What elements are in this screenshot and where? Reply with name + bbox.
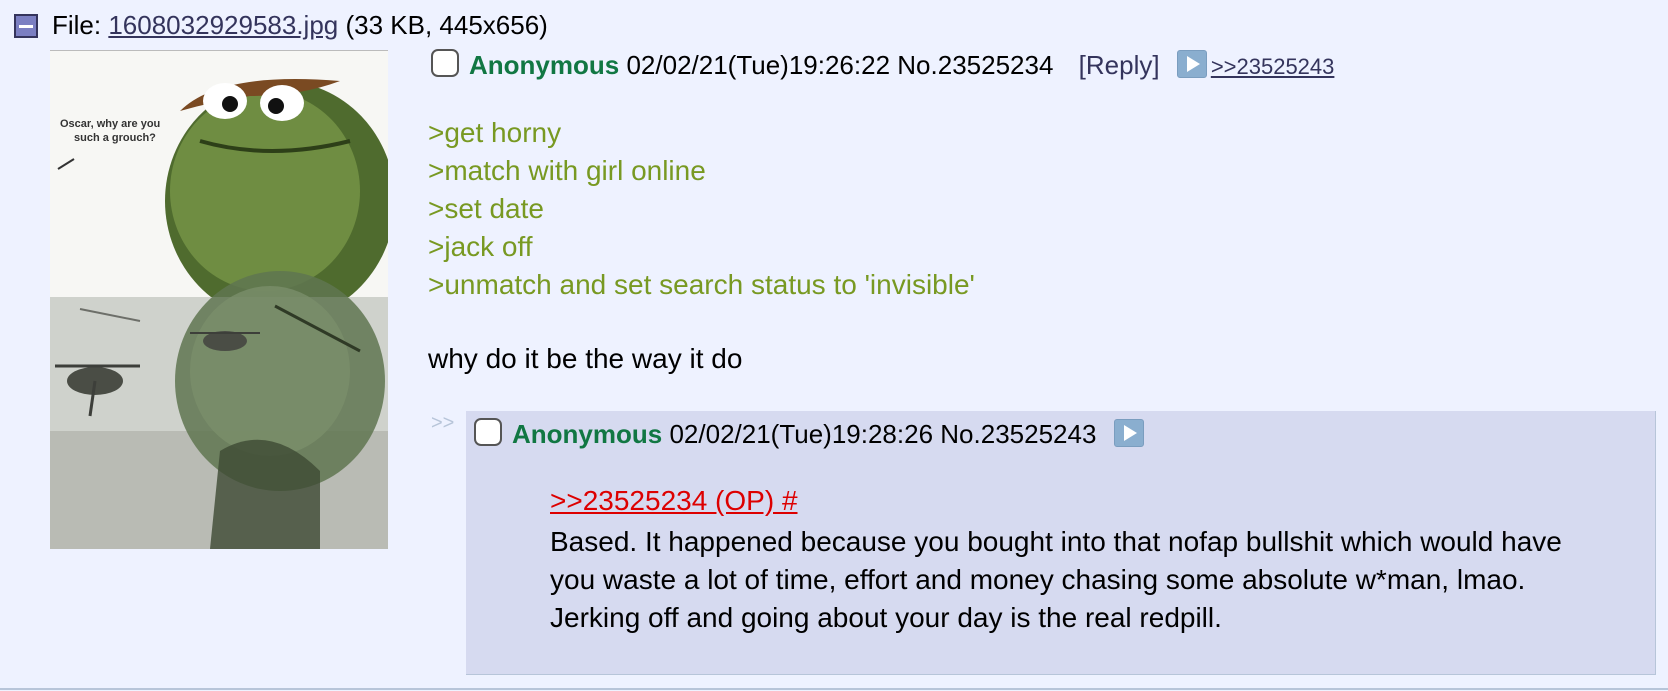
op-select-checkbox[interactable] [431,49,459,77]
greentext-line: >get horny [428,117,562,148]
thumbnail-caption-line1: Oscar, why are you [60,118,160,130]
reply-post-header: Anonymous 02/02/21(Tue)19:28:26 No.23525… [474,417,1144,451]
reply-menu-arrow-icon[interactable] [1113,419,1144,447]
greentext-line: >match with girl online [428,155,706,186]
op-post-number[interactable]: No.23525234 [897,50,1053,80]
reply-poster-name: Anonymous [512,419,663,449]
divider [0,688,1668,690]
reply-text: Based. It happened because you bought in… [550,526,1562,633]
greentext-line: >jack off [428,231,533,262]
file-meta: (33 KB, 445x656) [338,10,548,40]
reply-post-number[interactable]: No.23525243 [940,419,1096,449]
op-closing-text: why do it be the way it do [428,343,743,374]
reply-post: Anonymous 02/02/21(Tue)19:28:26 No.23525… [466,411,1656,675]
op-datetime: 02/02/21(Tue)19:26:22 [626,50,891,80]
thumbnail-caption-line2: such a grouch? [74,132,156,144]
reply-side-arrows: >> [431,412,455,434]
op-backlink[interactable]: >>23525243 [1211,54,1335,79]
op-post-header: Anonymous 02/02/21(Tue)19:26:22 No.23525… [431,48,1334,84]
op-reply-link[interactable]: [Reply] [1079,50,1160,80]
file-link[interactable]: 1608032929583.jpg [108,10,338,40]
file-info: File: 1608032929583.jpg (33 KB, 445x656) [14,10,548,40]
op-post-body: >get horny >match with girl online >set … [428,114,975,378]
reply-quote-link[interactable]: >>23525234 (OP) # [550,485,798,517]
op-poster-name: Anonymous [469,50,620,80]
thumbnail-image[interactable]: Oscar, why are you such a grouch? [50,50,388,549]
reply-select-checkbox[interactable] [474,418,502,446]
reply-datetime: 02/02/21(Tue)19:28:26 [669,419,934,449]
collapse-icon[interactable] [14,14,38,38]
op-menu-arrow-icon[interactable] [1176,50,1207,78]
file-label: File: [52,10,109,40]
greentext-line: >unmatch and set search status to 'invis… [428,269,975,300]
greentext-line: >set date [428,193,544,224]
